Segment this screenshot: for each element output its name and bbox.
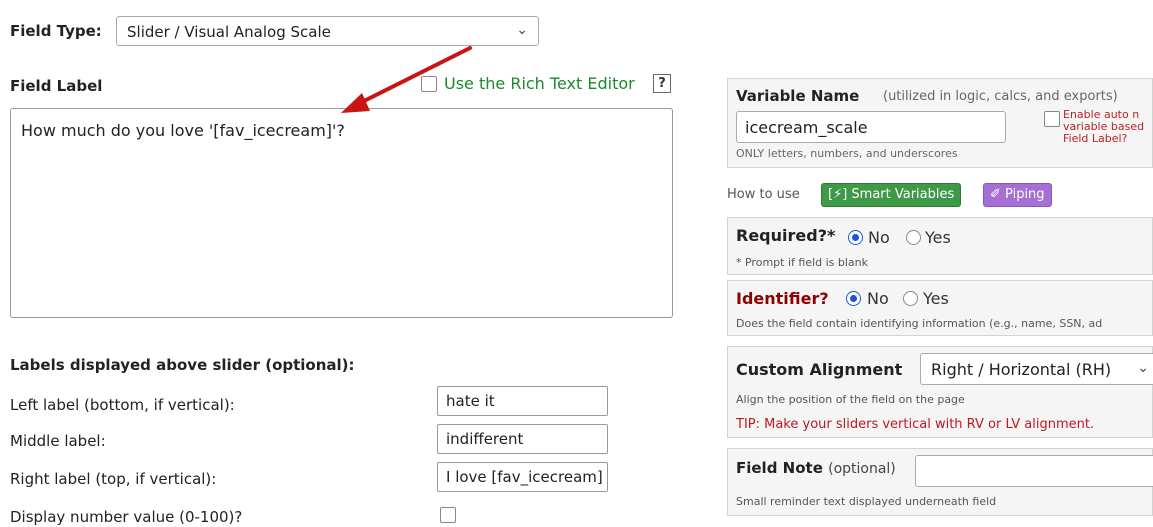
required-no-label: No: [868, 228, 890, 247]
custom-alignment-note: Align the position of the field on the p…: [736, 393, 965, 406]
display-number-label: Display number value (0-100)?: [10, 508, 243, 526]
rich-text-editor-label[interactable]: Use the Rich Text Editor: [444, 74, 635, 93]
slider-labels-heading: Labels displayed above slider (optional)…: [10, 356, 355, 374]
required-yes-radio[interactable]: [906, 230, 921, 245]
left-label-input[interactable]: hate it: [437, 386, 608, 416]
custom-alignment-panel: Custom Alignment Right / Horizontal (RH)…: [727, 346, 1153, 438]
identifier-title: Identifier?: [736, 289, 829, 308]
right-label-text: Right label (top, if vertical):: [10, 470, 217, 488]
field-note-input[interactable]: [915, 455, 1153, 487]
how-to-use-label: How to use: [727, 187, 800, 202]
chevron-down-icon: ⌄: [1137, 360, 1149, 376]
auto-variable-checkbox[interactable]: [1044, 111, 1060, 127]
variable-name-input[interactable]: icecream_scale: [736, 111, 1006, 143]
middle-label-input[interactable]: indifferent: [437, 424, 608, 454]
identifier-panel: Identifier? No Yes Does the field contai…: [727, 280, 1153, 336]
identifier-yes-label: Yes: [923, 289, 949, 308]
help-button[interactable]: ?: [653, 74, 671, 93]
field-type-value: Slider / Visual Analog Scale: [127, 23, 331, 41]
custom-alignment-value: Right / Horizontal (RH): [931, 360, 1112, 379]
identifier-yes-radio[interactable]: [903, 291, 918, 306]
custom-alignment-tip: TIP: Make your sliders vertical with RV …: [736, 417, 1095, 432]
auto-variable-label: Enable auto n variable based Field Label…: [1063, 108, 1145, 145]
field-note-title: Field Note (optional): [736, 459, 896, 477]
required-yes-label: Yes: [925, 228, 951, 247]
field-type-select[interactable]: Slider / Visual Analog Scale ⌄: [116, 16, 539, 46]
identifier-no-label: No: [867, 289, 889, 308]
piping-button[interactable]: ✐ Piping: [983, 183, 1052, 207]
field-note-panel: Field Note (optional) Small reminder tex…: [727, 448, 1153, 516]
field-label-textarea[interactable]: How much do you love '[fav_icecream]'?: [10, 108, 673, 318]
smart-variables-button[interactable]: [⚡] Smart Variables: [821, 183, 962, 207]
required-note: * Prompt if field is blank: [736, 256, 869, 269]
variable-name-subtitle: (utilized in logic, calcs, and exports): [883, 89, 1118, 104]
required-no-radio[interactable]: [848, 230, 863, 245]
rich-text-editor-checkbox[interactable]: [421, 76, 437, 92]
field-note-hint: Small reminder text displayed underneath…: [736, 495, 997, 508]
identifier-note: Does the field contain identifying infor…: [736, 317, 1103, 330]
variable-name-title: Variable Name: [736, 87, 860, 105]
field-note-title-text: Field Note: [736, 459, 823, 477]
required-title: Required?*: [736, 226, 836, 245]
right-label-input[interactable]: I love [fav_icecream]: [437, 462, 608, 492]
field-type-label: Field Type:: [10, 22, 102, 40]
left-label-text: Left label (bottom, if vertical):: [10, 396, 235, 414]
identifier-no-radio[interactable]: [846, 291, 861, 306]
variable-name-hint: ONLY letters, numbers, and underscores: [736, 147, 958, 160]
required-panel: Required?* No Yes * Prompt if field is b…: [727, 217, 1153, 275]
field-note-optional: (optional): [828, 461, 896, 477]
variable-name-panel: Variable Name (utilized in logic, calcs,…: [727, 78, 1153, 168]
custom-alignment-select[interactable]: Right / Horizontal (RH) ⌄: [920, 353, 1153, 385]
custom-alignment-title: Custom Alignment: [736, 360, 903, 379]
middle-label-text: Middle label:: [10, 432, 106, 450]
field-label-heading: Field Label: [10, 77, 103, 95]
chevron-down-icon: ⌄: [516, 22, 528, 38]
display-number-checkbox[interactable]: [440, 507, 456, 523]
